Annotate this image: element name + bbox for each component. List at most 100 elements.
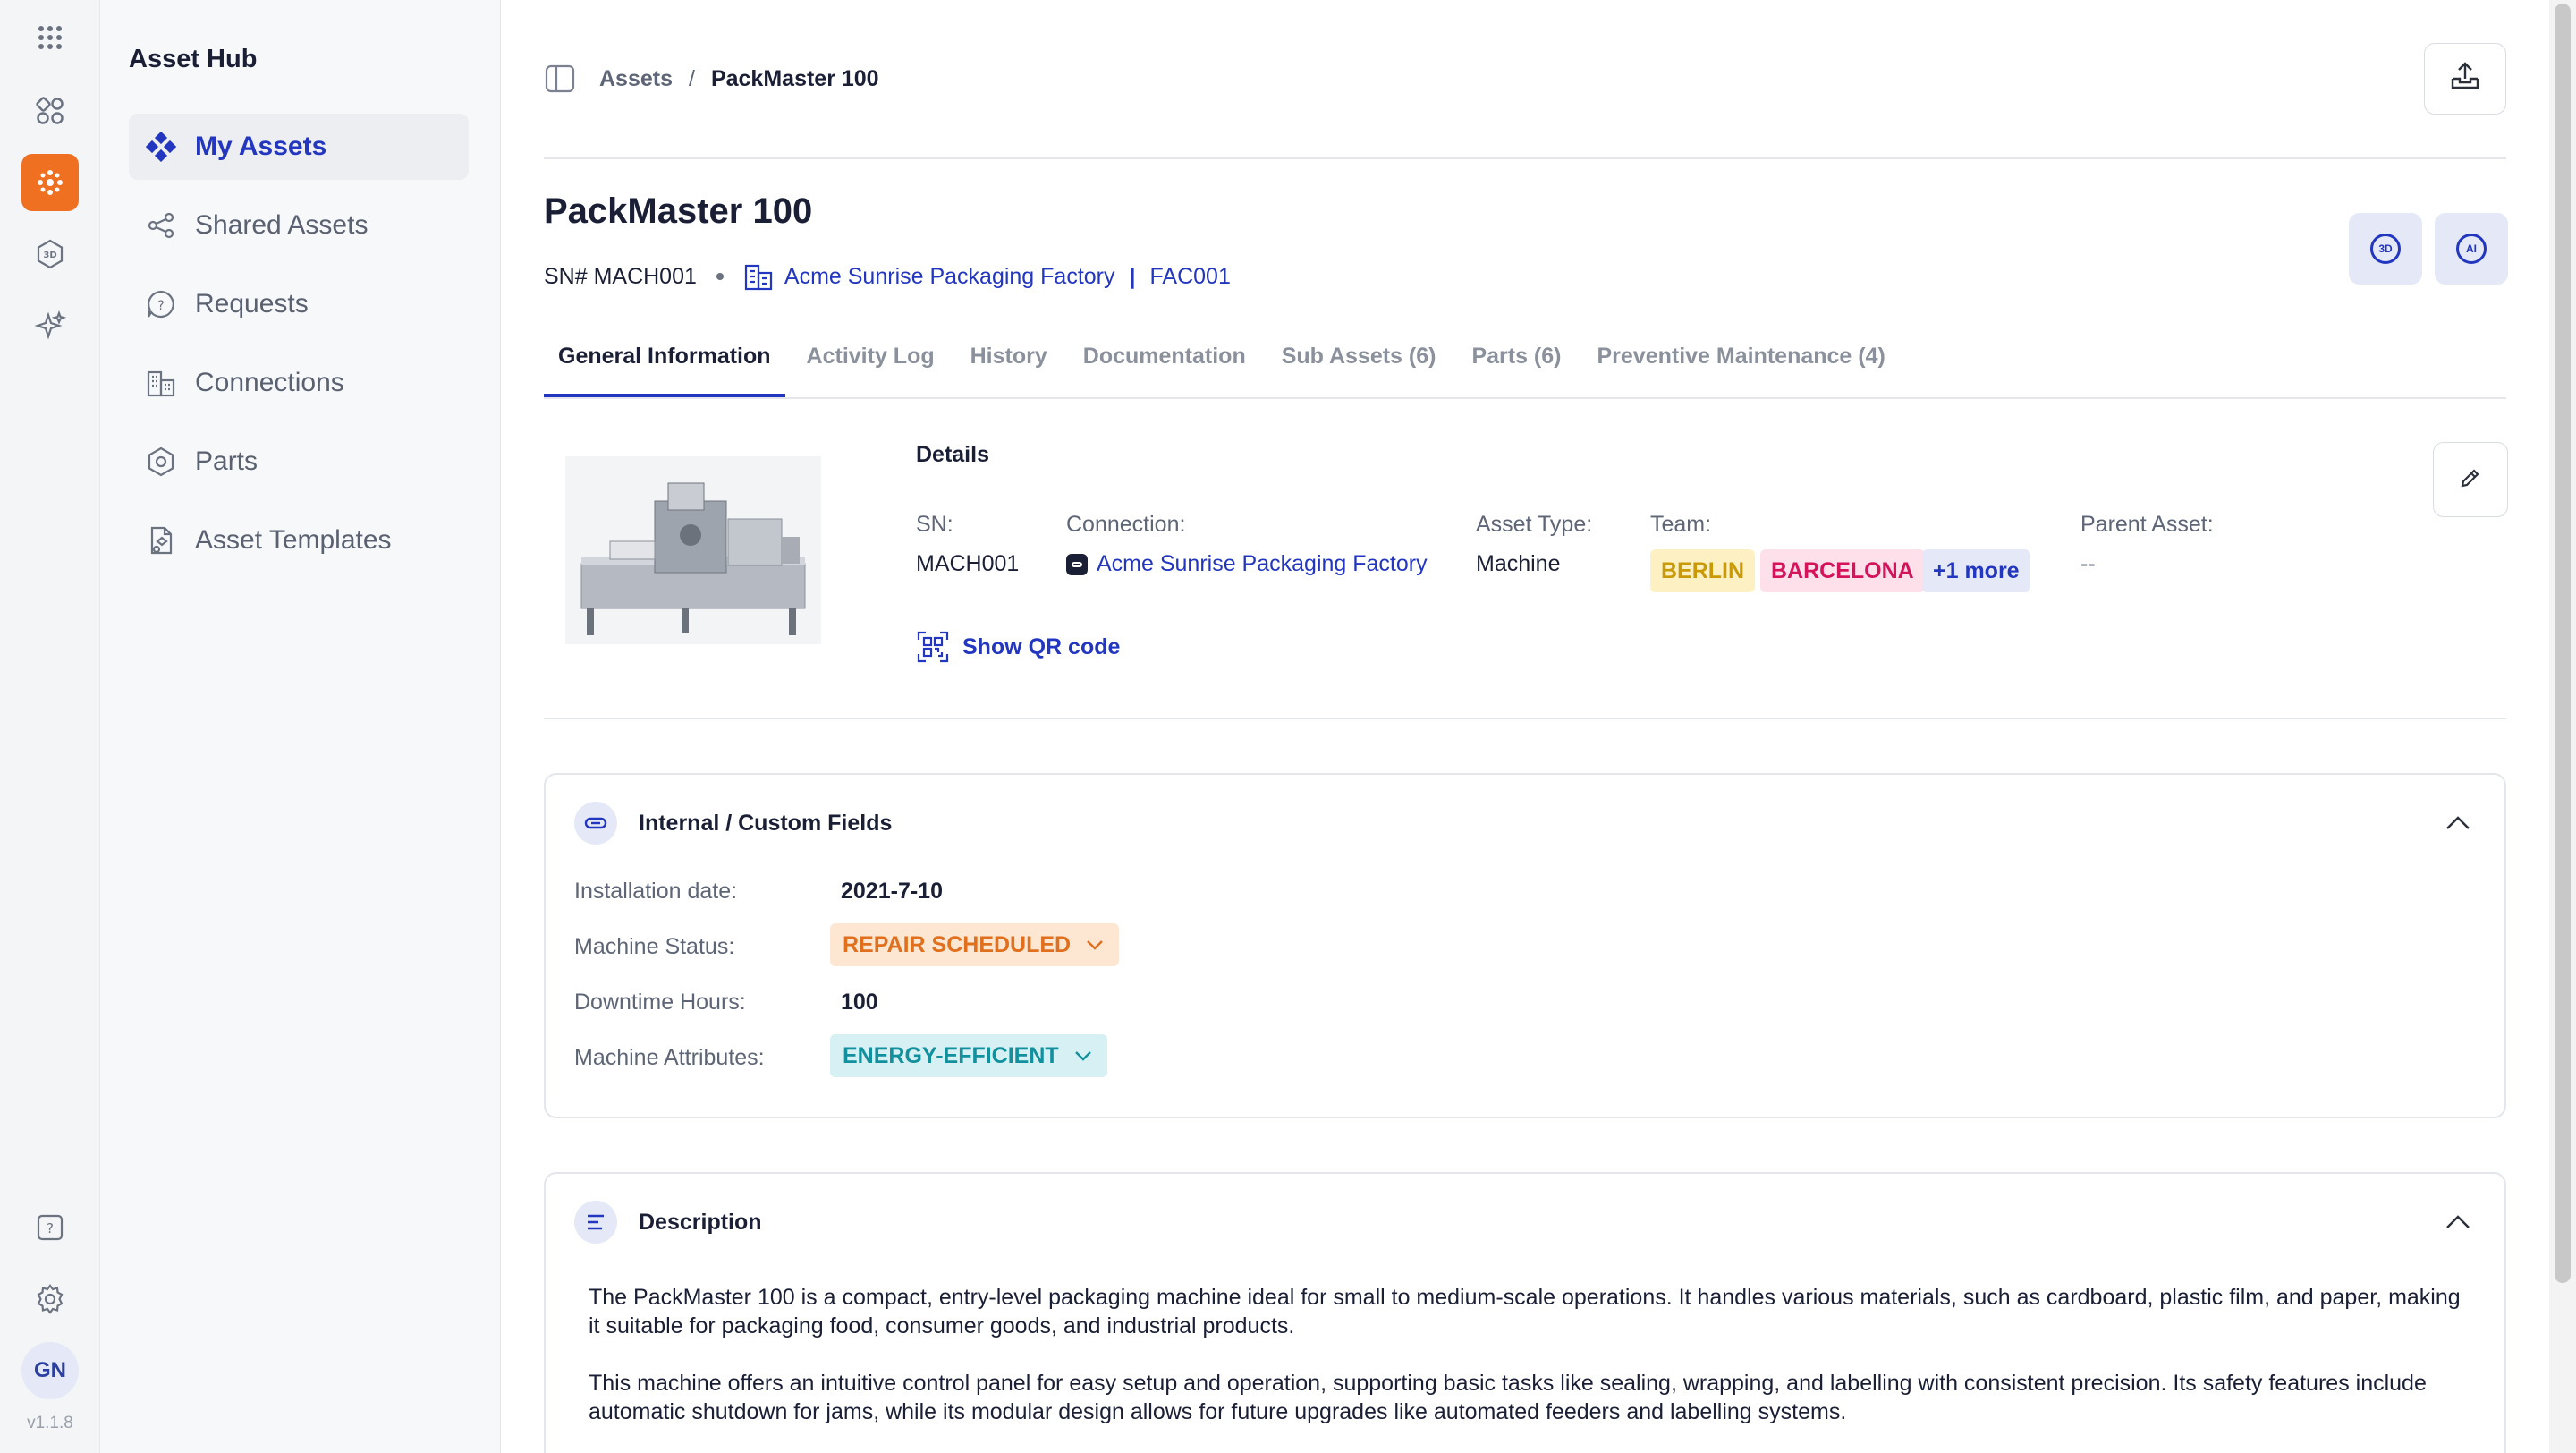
settings-gear-icon[interactable]	[21, 1270, 79, 1328]
collapse-chevron-icon[interactable]	[2442, 1206, 2474, 1238]
chevron-down-icon	[1087, 940, 1103, 950]
asset-hub-icon[interactable]	[21, 154, 79, 211]
connection-value-link[interactable]: Acme Sunrise Packaging Factory	[1066, 551, 1428, 577]
tab-preventive-maintenance[interactable]: Preventive Maintenance (4)	[1583, 336, 1900, 397]
sidebar-item-label: Shared Assets	[195, 210, 369, 240]
connection-code-link[interactable]: FAC001	[1150, 264, 1231, 290]
3d-icon: 3D	[2370, 234, 2401, 264]
upload-tray-icon	[2447, 59, 2483, 99]
view-3d-button[interactable]: 3D	[2349, 213, 2422, 285]
machine-attributes-select[interactable]: ENERGY-EFFICIENT	[830, 1034, 1107, 1077]
page-title: PackMaster 100	[544, 191, 813, 231]
export-button[interactable]	[2424, 43, 2506, 115]
parent-asset-label: Parent Asset:	[2080, 512, 2214, 537]
description-card: Description The PackMaster 100 is a comp…	[544, 1172, 2506, 1453]
description-paragraph-1: The PackMaster 100 is a compact, entry-l…	[589, 1285, 2461, 1338]
user-avatar[interactable]: GN	[21, 1342, 79, 1399]
sidebar-title: Asset Hub	[129, 45, 258, 73]
hexagon-nut-icon	[145, 446, 177, 478]
machine-attributes-value: ENERGY-EFFICIENT	[843, 1042, 1059, 1068]
pencil-icon	[2457, 464, 2484, 496]
qr-code-icon	[916, 630, 950, 664]
breadcrumb-assets-link[interactable]: Assets	[599, 66, 673, 92]
building-icon	[743, 261, 774, 292]
collapse-chevron-icon[interactable]	[2442, 807, 2474, 839]
header-divider	[544, 157, 2506, 159]
chevron-down-icon	[1074, 1051, 1091, 1061]
breadcrumb-current: PackMaster 100	[710, 65, 879, 91]
ai-icon: AI	[2456, 234, 2487, 264]
tab-documentation[interactable]: Documentation	[1069, 336, 1260, 397]
machine-status-value: REPAIR SCHEDULED	[843, 931, 1072, 957]
scrollbar-thumb[interactable]	[2555, 4, 2571, 1283]
details-title: Details	[916, 442, 989, 467]
parent-asset-value: --	[2080, 551, 2096, 576]
details-divider	[544, 718, 2506, 719]
link-field-icon	[574, 802, 617, 845]
tabs-divider	[544, 397, 2506, 399]
edit-details-button[interactable]	[2433, 442, 2508, 517]
sidebar-item-asset-templates[interactable]: Asset Templates	[129, 507, 469, 574]
sidebar-item-label: Requests	[195, 289, 309, 319]
asset-type-value: Machine	[1476, 551, 1561, 576]
asset-tabs: General Information Activity Log History…	[544, 336, 1907, 397]
sidebar: Asset Hub My Assets Shared Assets ? Requ…	[100, 0, 501, 1453]
tab-sub-assets[interactable]: Sub Assets (6)	[1267, 336, 1451, 397]
meta-separator-dot	[716, 273, 724, 280]
tab-parts[interactable]: Parts (6)	[1457, 336, 1575, 397]
meta-pipe: |	[1129, 263, 1136, 289]
connection-value: Acme Sunrise Packaging Factory	[1097, 551, 1428, 576]
diamond-grid-icon	[145, 131, 177, 163]
sidebar-toggle-icon[interactable]	[544, 63, 576, 95]
machine-status-label: Machine Status:	[574, 934, 735, 959]
downtime-hours-label: Downtime Hours:	[574, 990, 746, 1015]
help-icon[interactable]: ?	[21, 1199, 79, 1256]
tab-activity-log[interactable]: Activity Log	[792, 336, 949, 397]
description-title: Description	[639, 1210, 762, 1235]
template-file-icon	[145, 524, 177, 557]
custom-fields-card: Internal / Custom Fields Installation da…	[544, 773, 2506, 1118]
tab-general-information[interactable]: General Information	[544, 336, 785, 397]
connection-label: Connection:	[1066, 512, 1186, 537]
sn-label: SN:	[916, 512, 953, 537]
svg-text:?: ?	[47, 1220, 54, 1236]
buildings-icon	[145, 367, 177, 399]
connection-link-icon	[1066, 553, 1088, 575]
asset-serial: SN# MACH001	[544, 263, 697, 289]
show-qr-code-label: Show QR code	[962, 633, 1121, 659]
3d-viewer-icon[interactable]: 3D	[21, 225, 79, 283]
sidebar-item-connections[interactable]: Connections	[129, 350, 469, 416]
sidebar-item-requests[interactable]: ? Requests	[129, 271, 469, 337]
sidebar-item-label: Connections	[195, 368, 344, 397]
connection-link[interactable]: Acme Sunrise Packaging Factory	[784, 264, 1115, 290]
sidebar-item-label: Parts	[195, 446, 258, 476]
team-more-chip[interactable]: +1 more	[1922, 549, 2030, 592]
machine-status-select[interactable]: REPAIR SCHEDULED	[830, 923, 1120, 966]
tab-history[interactable]: History	[956, 336, 1062, 397]
description-paragraph-2: This machine offers an intuitive control…	[589, 1371, 2427, 1424]
sidebar-item-my-assets[interactable]: My Assets	[129, 114, 469, 180]
sidebar-item-label: My Assets	[195, 132, 327, 161]
breadcrumb: Assets / PackMaster 100	[544, 63, 879, 95]
sn-value: MACH001	[916, 551, 1020, 576]
installation-date-label: Installation date:	[574, 879, 738, 904]
installation-date-value: 2021-7-10	[841, 879, 943, 904]
sidebar-item-label: Asset Templates	[195, 525, 392, 555]
ai-sparkle-icon[interactable]	[21, 297, 79, 354]
show-qr-code-button[interactable]: Show QR code	[916, 630, 1120, 664]
sidebar-item-parts[interactable]: Parts	[129, 429, 469, 495]
sidebar-item-shared-assets[interactable]: Shared Assets	[129, 192, 469, 259]
team-label: Team:	[1650, 512, 1712, 537]
text-lines-icon	[574, 1201, 617, 1244]
dashboard-icon[interactable]	[21, 82, 79, 140]
main-content: Assets / PackMaster 100 PackMaster 100 S…	[501, 0, 2549, 1453]
question-bubble-icon: ?	[145, 288, 177, 320]
custom-fields-title: Internal / Custom Fields	[639, 811, 893, 836]
ai-assistant-button[interactable]: AI	[2435, 213, 2508, 285]
team-chip-barcelona: BARCELONA	[1760, 549, 1925, 592]
apps-grid-icon[interactable]	[21, 9, 79, 66]
asset-meta-row: SN# MACH001 Acme Sunrise Packaging Facto…	[544, 261, 1231, 292]
asset-image	[565, 456, 821, 644]
app-rail: 3D ? GN v1.1.8	[0, 0, 100, 1453]
breadcrumb-separator: /	[689, 65, 695, 91]
